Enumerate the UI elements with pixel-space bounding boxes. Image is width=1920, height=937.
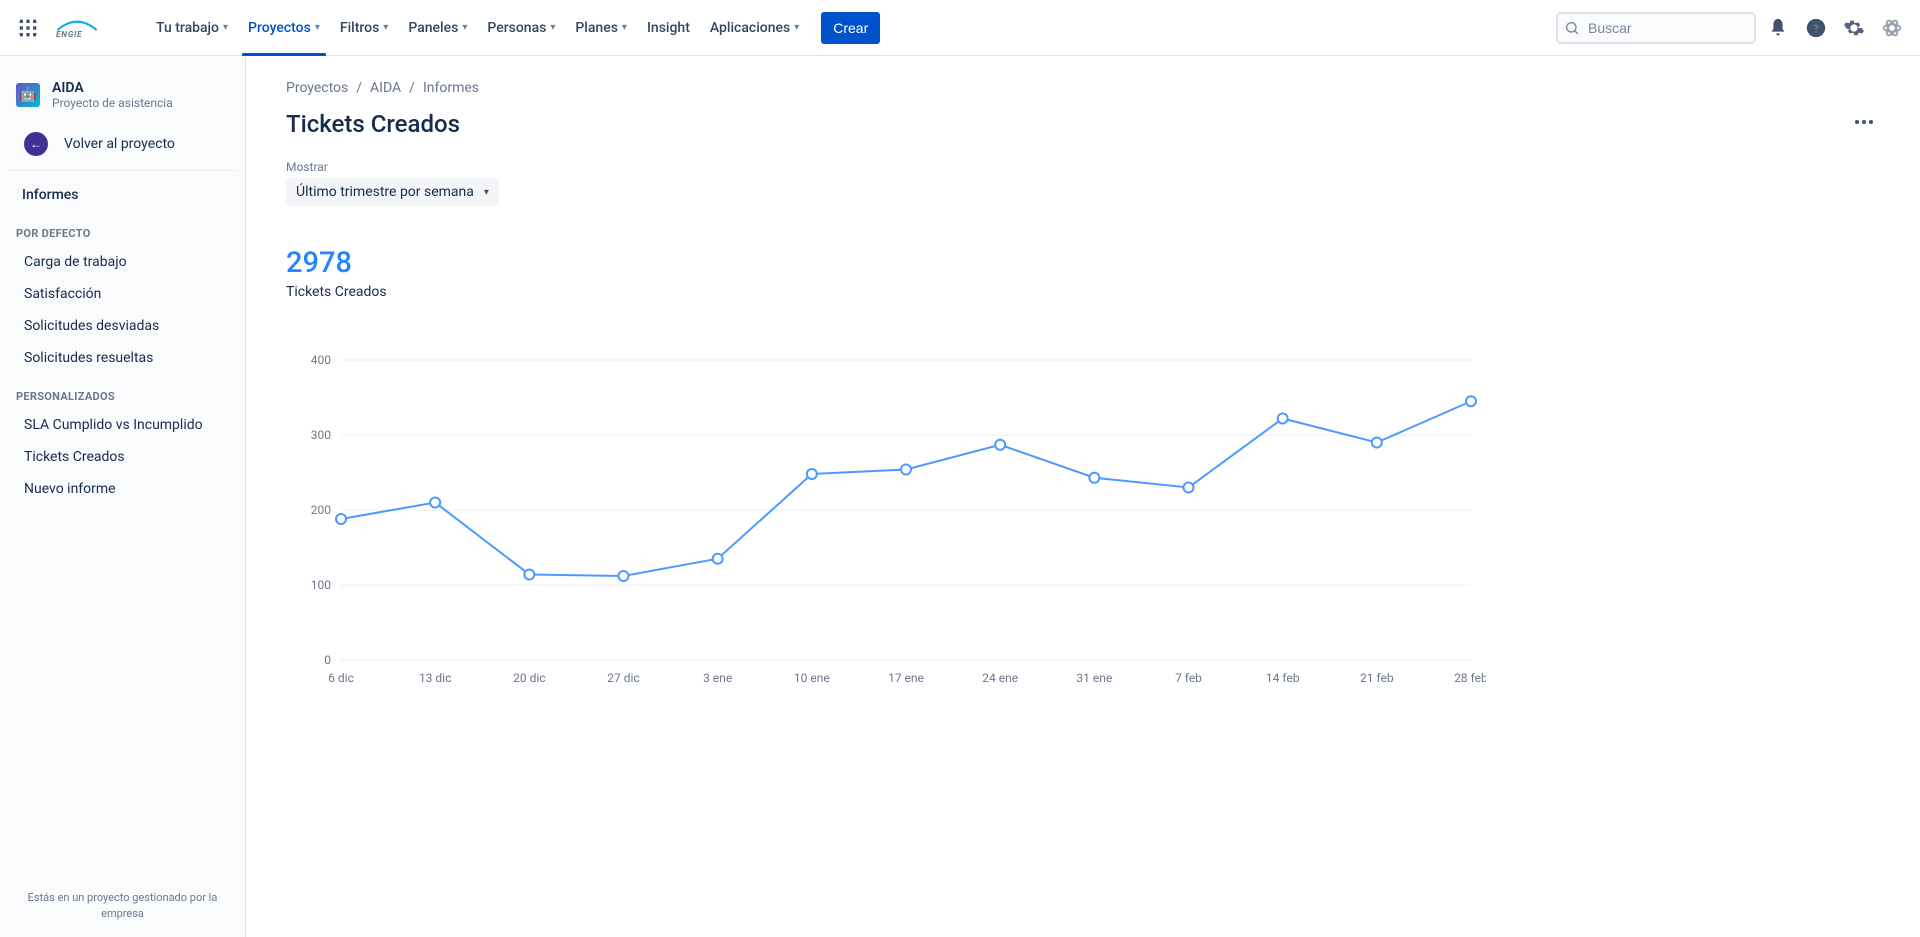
period-select[interactable]: Último trimestre por semana ▾ [286, 178, 499, 206]
create-button[interactable]: Crear [821, 12, 880, 44]
svg-text:6 dic: 6 dic [328, 671, 354, 685]
nav-people[interactable]: Personas▾ [477, 0, 565, 56]
nav-apps[interactable]: Aplicaciones▾ [700, 0, 809, 56]
svg-text:400: 400 [311, 353, 331, 367]
filter-label: Mostrar [286, 160, 1880, 174]
metric-label: Tickets Creados [286, 284, 1880, 300]
breadcrumb-project[interactable]: AIDA [370, 80, 401, 96]
search-input[interactable] [1556, 12, 1756, 44]
nav-right: ? [1556, 12, 1908, 44]
chevron-down-icon: ▾ [622, 22, 627, 33]
svg-text:31 ene: 31 ene [1076, 671, 1112, 685]
sidebar-section-custom: PERSONALIZADOS [0, 374, 245, 409]
breadcrumb: Proyectos / AIDA / Informes [286, 80, 1880, 96]
chevron-down-icon: ▾ [223, 22, 228, 33]
svg-text:0: 0 [324, 653, 331, 667]
svg-text:14 feb: 14 feb [1266, 671, 1300, 685]
nav-your-work[interactable]: Tu trabajo▾ [146, 0, 238, 56]
nav-dashboards[interactable]: Paneles▾ [398, 0, 477, 56]
sidebar-item-sla[interactable]: SLA Cumplido vs Incumplido [8, 409, 237, 441]
sidebar-item-workload[interactable]: Carga de trabajo [8, 246, 237, 278]
breadcrumb-reports[interactable]: Informes [423, 80, 479, 96]
chevron-down-icon: ▾ [315, 22, 320, 33]
nav-items: Tu trabajo▾ Proyectos▾ Filtros▾ Paneles▾… [146, 0, 880, 56]
back-to-project[interactable]: ← Volver al proyecto [8, 122, 237, 171]
settings-icon[interactable] [1838, 12, 1870, 44]
period-value: Último trimestre por semana [296, 184, 474, 200]
breadcrumb-sep: / [356, 80, 362, 96]
line-chart: 0 100 200 300 400 6 dic 13 dic 20 dic 27 dic 3 en… [286, 350, 1486, 690]
project-type: Proyecto de asistencia [52, 96, 173, 110]
chevron-down-icon: ▾ [550, 22, 555, 33]
help-icon[interactable]: ? [1800, 12, 1832, 44]
nav-filters[interactable]: Filtros▾ [330, 0, 398, 56]
project-header: 🤖 AIDA Proyecto de asistencia [0, 56, 245, 122]
svg-text:?: ? [1813, 22, 1819, 35]
svg-text:21 feb: 21 feb [1360, 671, 1394, 685]
nav-plans[interactable]: Planes▾ [565, 0, 637, 56]
back-label: Volver al proyecto [64, 136, 175, 152]
chart: 0 100 200 300 400 6 dic 13 dic 20 dic 27 dic 3 en… [286, 350, 1880, 694]
sidebar-item-resolved[interactable]: Solicitudes resueltas [8, 342, 237, 374]
svg-text:17 ene: 17 ene [888, 671, 924, 685]
svg-text:13 dic: 13 dic [419, 671, 451, 685]
svg-text:100: 100 [311, 578, 331, 592]
app-switcher-icon[interactable] [12, 12, 44, 44]
search-wrap [1556, 12, 1756, 44]
metric-value: 2978 [286, 246, 1880, 280]
sidebar-reports-heading[interactable]: Informes [8, 179, 237, 211]
svg-text:3 ene: 3 ene [703, 671, 732, 685]
breadcrumb-projects[interactable]: Proyectos [286, 80, 348, 96]
sidebar-item-tickets-created[interactable]: Tickets Creados [8, 441, 237, 473]
breadcrumb-sep: / [409, 80, 415, 96]
top-nav: ENGIE Tu trabajo▾ Proyectos▾ Filtros▾ Pa… [0, 0, 1920, 56]
svg-text:ENGIE: ENGIE [56, 30, 82, 40]
more-actions-icon[interactable] [1848, 106, 1880, 142]
main-content: Proyectos / AIDA / Informes Tickets Crea… [246, 56, 1920, 937]
back-arrow-icon: ← [24, 132, 48, 156]
svg-text:10 ene: 10 ene [794, 671, 830, 685]
sidebar-item-deflected[interactable]: Solicitudes desviadas [8, 310, 237, 342]
notifications-icon[interactable] [1762, 12, 1794, 44]
svg-text:24 ene: 24 ene [982, 671, 1018, 685]
sidebar-footer: Estás en un proyecto gestionado por la e… [0, 878, 245, 937]
svg-text:20 dic: 20 dic [513, 671, 545, 685]
page-title: Tickets Creados [286, 110, 460, 138]
nav-insight[interactable]: Insight [637, 0, 700, 56]
svg-text:300: 300 [311, 428, 331, 442]
svg-text:200: 200 [311, 503, 331, 517]
search-icon [1564, 20, 1580, 40]
svg-text:7 feb: 7 feb [1175, 671, 1202, 685]
nav-projects[interactable]: Proyectos▾ [238, 0, 330, 56]
sidebar-item-satisfaction[interactable]: Satisfacción [8, 278, 237, 310]
chevron-down-icon: ▾ [484, 187, 489, 198]
svg-text:28 feb: 28 feb [1454, 671, 1486, 685]
project-avatar: 🤖 [16, 83, 40, 107]
presence-icon[interactable] [1876, 12, 1908, 44]
sidebar-item-new-report[interactable]: Nuevo informe [8, 473, 237, 505]
project-name: AIDA [52, 80, 173, 96]
sidebar-section-default: POR DEFECTO [0, 211, 245, 246]
chevron-down-icon: ▾ [794, 22, 799, 33]
sidebar: 🤖 AIDA Proyecto de asistencia ← Volver a… [0, 56, 246, 937]
chevron-down-icon: ▾ [383, 22, 388, 33]
svg-text:27 dic: 27 dic [607, 671, 639, 685]
chevron-down-icon: ▾ [462, 22, 467, 33]
logo[interactable]: ENGIE [48, 16, 134, 40]
